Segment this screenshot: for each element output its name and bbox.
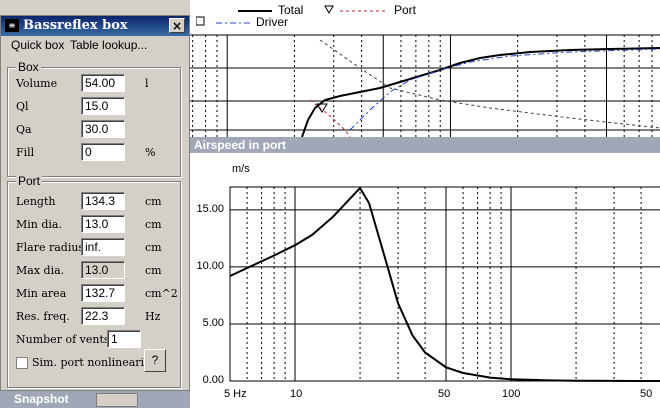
bassreflex-dialog: ≡ Bassreflex box × Quick box Table looku…	[0, 15, 190, 391]
legend-port-label: Port	[394, 3, 417, 17]
airspeed-grid	[229, 187, 660, 381]
port-input-2[interactable]: inf.	[81, 238, 125, 256]
box-label-1: Ql	[16, 100, 29, 113]
port-input-0[interactable]: 134.3	[81, 192, 125, 210]
port-input-4[interactable]: 132.7	[81, 284, 125, 302]
x-tick-label: 10	[290, 388, 303, 400]
port-unit-3: cm	[145, 264, 162, 277]
box-unit-3: %	[145, 146, 156, 159]
x-tick-label: 50	[438, 388, 451, 400]
airspeed-window-title[interactable]: Airspeed in port	[190, 137, 660, 153]
port-label-4: Min area	[16, 287, 67, 300]
app-icon: ≡	[5, 19, 19, 32]
box-label-0: Volume	[16, 77, 58, 90]
port-input-1[interactable]: 13.0	[81, 215, 125, 233]
response-graph: Total Driver Port	[190, 0, 660, 137]
box-label-3: Fill	[16, 146, 35, 159]
close-icon[interactable]: ×	[169, 18, 185, 33]
plot-frame	[229, 186, 660, 382]
y-tick-label: 10.00	[196, 259, 224, 272]
legend-driver-label: Driver	[256, 15, 288, 29]
nonlinearity-label: Sim. port nonlinearity	[32, 356, 155, 369]
legend-port-marker	[324, 5, 334, 15]
snapshot-title: Snapshot	[14, 392, 69, 406]
box-input-3[interactable]: 0	[81, 143, 125, 161]
window-controls-icon[interactable]	[96, 393, 138, 407]
box-unit-0: l	[145, 77, 149, 90]
x-tick-label: 5 Hz	[224, 388, 247, 400]
dialog-title-bar[interactable]: ≡ Bassreflex box ×	[1, 16, 189, 36]
port-unit-1: cm	[145, 218, 162, 231]
port-curve-falling	[319, 39, 660, 129]
legend-box	[196, 16, 205, 26]
vents-label: Number of vents	[16, 333, 110, 346]
help-button[interactable]: ?	[144, 349, 166, 372]
port-unit-2: cm	[145, 241, 162, 254]
dialog-title: Bassreflex box	[23, 18, 128, 33]
box-input-0[interactable]: 54.00	[81, 74, 125, 92]
box-input-1[interactable]: 15.0	[81, 97, 125, 115]
vents-input[interactable]: 1	[107, 330, 141, 348]
y-tick-label: 15.00	[196, 202, 224, 215]
port-label-5: Res. freq.	[16, 310, 70, 323]
menu-quick-box[interactable]: Quick box	[11, 38, 64, 52]
port-input-5[interactable]: 22.3	[81, 307, 125, 325]
port-label-2: Flare radius	[16, 241, 85, 254]
menu-table-lookup[interactable]: Table lookup...	[70, 38, 147, 52]
box-group-label: Box	[16, 60, 41, 74]
x-tick-label: 100	[502, 388, 521, 400]
port-unit-4: cm^2	[145, 287, 178, 300]
port-label-3: Max dia.	[16, 264, 65, 277]
port-unit-5: Hz	[145, 310, 161, 323]
airspeed-curve	[229, 186, 660, 382]
snapshot-window-title[interactable]: Snapshot	[0, 391, 190, 408]
y-tick-label: 0.00	[202, 374, 224, 386]
nonlinearity-checkbox[interactable]	[16, 357, 28, 369]
airspeed-plot	[229, 186, 660, 382]
box-label-2: Qa	[16, 123, 32, 136]
x-tick-label: 50	[640, 388, 653, 400]
port-label-1: Min dia.	[16, 218, 62, 231]
port-group-label: Port	[16, 174, 43, 188]
box-input-2[interactable]: 30.0	[81, 120, 125, 138]
y-tick-label: 5.00	[202, 316, 224, 329]
port-curve	[309, 99, 351, 137]
port-input-3: 13.0	[81, 261, 125, 279]
airspeed-window: m/s 15.00 10.00 5.00 0.00 5 Hz 10 50 100 50	[190, 153, 660, 408]
port-unit-0: cm	[145, 195, 162, 208]
port-label-0: Length	[16, 195, 56, 208]
